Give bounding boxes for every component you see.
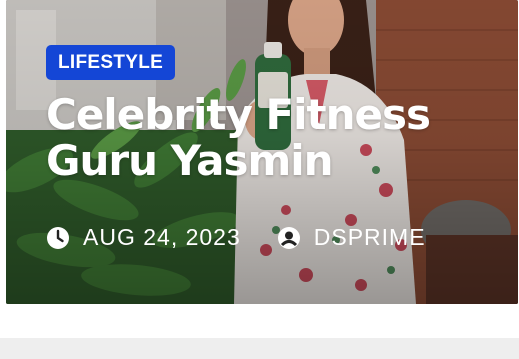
post-author[interactable]: DSPRIME [277, 224, 426, 251]
next-section-strip [0, 338, 519, 359]
user-circle-icon [277, 226, 300, 249]
post-author-text: DSPRIME [313, 224, 426, 250]
featured-post-card[interactable]: LIFESTYLE Celebrity Fitness Guru Yasmin … [6, 0, 518, 304]
category-badge[interactable]: LIFESTYLE [46, 45, 176, 80]
clock-icon [47, 226, 69, 249]
post-date-text: AUG 24, 2023 [83, 224, 241, 250]
post-title[interactable]: Celebrity Fitness Guru Yasmin [46, 92, 486, 184]
post-date[interactable]: AUG 24, 2023 [46, 224, 241, 251]
post-meta: AUG 24, 2023 DSPRIME [46, 224, 426, 251]
